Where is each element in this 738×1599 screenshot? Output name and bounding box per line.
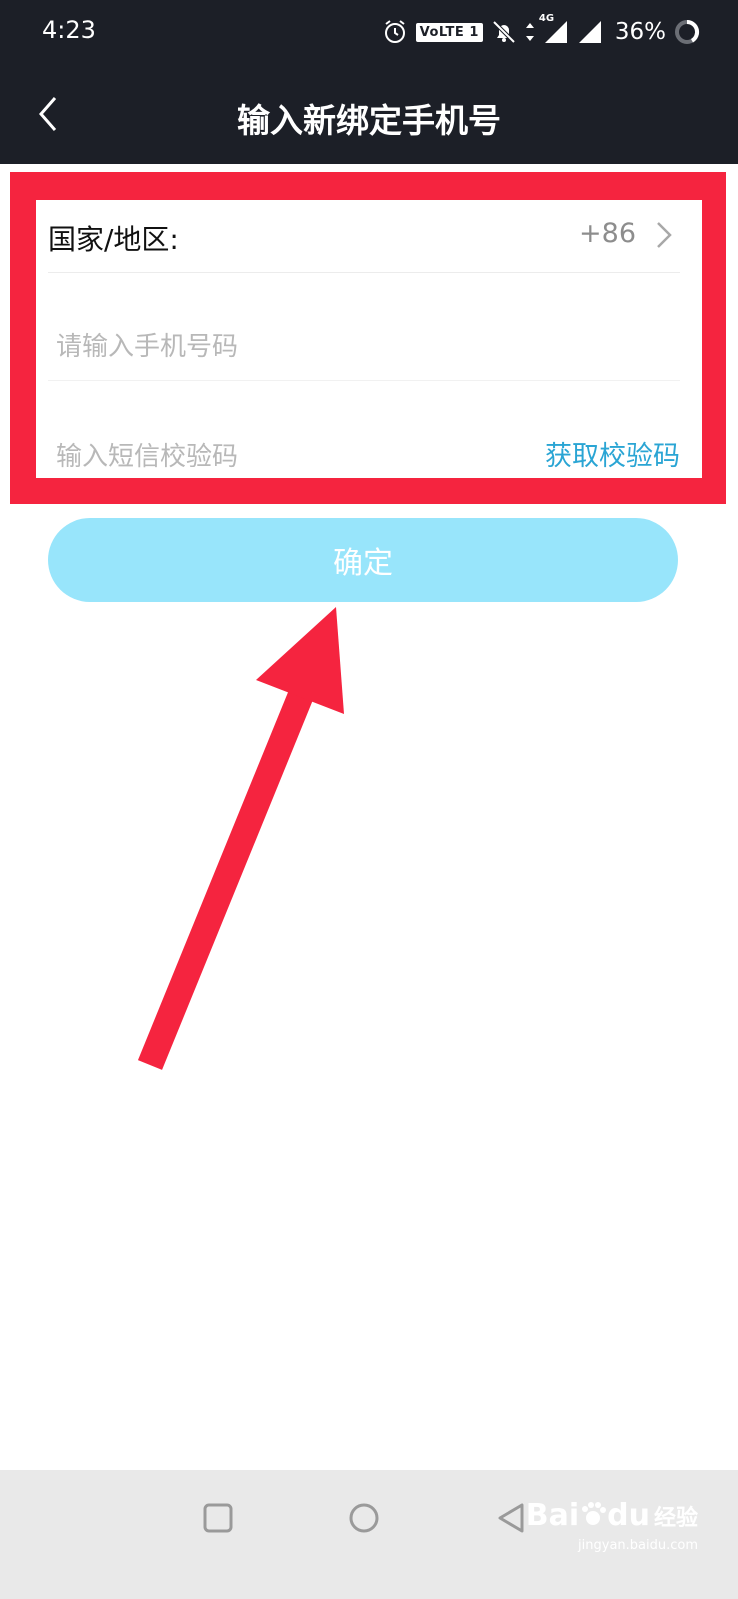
app-bar: 输入新绑定手机号 [0, 64, 738, 164]
volte-icon: VoLTE 1 [415, 22, 483, 42]
watermark-brand-du: du [607, 1498, 650, 1533]
data-arrows-icon [525, 21, 535, 43]
sms-code-placeholder: 输入短信校验码 [56, 442, 239, 472]
alarm-icon [382, 19, 408, 45]
get-verification-code-button[interactable]: 获取校验码 [545, 434, 680, 473]
signal-icon [577, 19, 603, 45]
watermark-brand: Bai [525, 1498, 580, 1533]
battery-ring-icon [674, 19, 700, 45]
recent-apps-button[interactable] [200, 1500, 236, 1536]
triangle-back-icon [498, 1503, 524, 1533]
baidu-watermark: Bai du 经验 [526, 1498, 698, 1533]
country-code-value: +86 [579, 218, 636, 249]
country-region-row[interactable]: 国家/地区: +86 [48, 200, 680, 273]
confirm-button[interactable]: 确定 [48, 518, 678, 602]
network-type-label: 4G [538, 13, 555, 24]
status-icons: VoLTE 1 4G 36% [382, 13, 700, 50]
status-time: 4:23 [42, 16, 96, 44]
phone-binding-form: 国家/地区: +86 请输入手机号码 输入短信校验码 获取校验码 [36, 200, 702, 478]
page-title: 输入新绑定手机号 [237, 101, 501, 140]
watermark-suffix: 经验 [653, 1505, 698, 1531]
watermark-url: jingyan.baidu.com [578, 1538, 698, 1553]
system-nav-bar: Bai du 经验 jingyan.baidu.com [0, 1470, 738, 1599]
battery-percent: 36% [614, 19, 666, 45]
paw-icon [579, 1500, 607, 1532]
sms-code-input[interactable]: 输入短信校验码 获取校验码 [48, 380, 680, 478]
back-nav-button[interactable] [494, 1500, 530, 1536]
square-icon [203, 1503, 233, 1533]
bell-off-icon [491, 19, 517, 45]
status-bar: 4:23 VoLTE 1 4G 36% [0, 0, 738, 64]
home-button[interactable] [346, 1500, 382, 1536]
phone-number-input[interactable]: 请输入手机号码 [48, 272, 680, 381]
country-region-label: 国家/地区: [48, 223, 179, 256]
circle-icon [349, 1503, 379, 1533]
chevron-right-icon [652, 220, 676, 250]
signal-icon: 4G [539, 13, 569, 45]
phone-number-placeholder: 请输入手机号码 [56, 332, 239, 362]
